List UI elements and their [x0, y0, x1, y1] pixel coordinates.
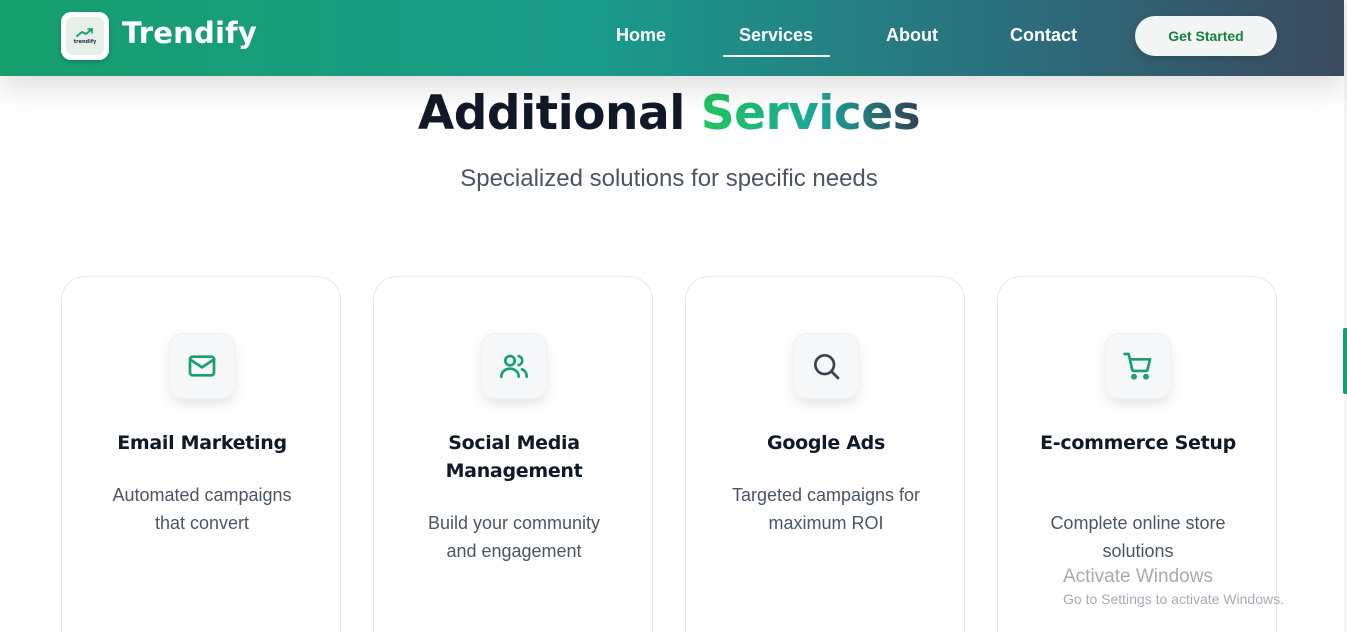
search-icon: [814, 354, 840, 380]
side-tab-handle[interactable]: [1343, 328, 1347, 394]
logo-mini-text: trendify: [73, 38, 97, 45]
section-title-accent: Services: [700, 86, 921, 141]
card-title: Google Ads: [767, 432, 885, 454]
card-description: Automated campaigns that convert: [112, 485, 292, 533]
card-description: Complete online store solutions: [1050, 513, 1226, 561]
page: trendify Trendify Home Services About Co…: [0, 0, 1347, 632]
section-subtitle: Specialized solutions for specific needs: [460, 165, 878, 192]
service-card-social-media-management[interactable]: Social Media Management Build your commu…: [373, 276, 653, 632]
trend-chart-icon: [76, 27, 93, 37]
active-nav-indicator: [723, 55, 830, 57]
card-description: Build your community and engagement: [427, 513, 601, 561]
nav-link-about[interactable]: About: [886, 25, 938, 46]
card-title: Social Media Management: [445, 432, 583, 482]
card-title: E-commerce Setup: [1040, 432, 1236, 454]
nav-link-home[interactable]: Home: [616, 25, 666, 46]
mail-icon: [188, 355, 216, 377]
activate-windows-title: Activate Windows: [1063, 566, 1213, 587]
section-title: Additional Services: [0, 86, 1338, 141]
shopping-cart-icon: [1123, 352, 1152, 380]
logo-badge: trendify: [66, 17, 104, 55]
logo[interactable]: trendify: [61, 12, 109, 60]
nav-link-contact[interactable]: Contact: [1010, 25, 1077, 46]
card-title: Email Marketing: [117, 432, 287, 454]
service-card-google-ads[interactable]: Google Ads Targeted campaigns for maximu…: [685, 276, 965, 632]
users-icon: [500, 354, 528, 378]
brand-name[interactable]: Trendify: [122, 16, 257, 50]
nav-link-services[interactable]: Services: [739, 25, 813, 46]
card-icon-box: [793, 333, 859, 399]
service-card-email-marketing[interactable]: Email Marketing Automated campaigns that…: [61, 276, 341, 632]
activate-windows-subtitle: Go to Settings to activate Windows.: [1063, 591, 1284, 607]
card-icon-box: [481, 333, 547, 399]
card-description: Targeted campaigns for maximum ROI: [731, 485, 921, 533]
card-icon-box: [1105, 333, 1171, 399]
navbar: trendify Trendify Home Services About Co…: [0, 0, 1344, 76]
section-title-main: Additional: [417, 86, 685, 141]
get-started-button[interactable]: Get Started: [1135, 16, 1277, 56]
card-icon-box: [169, 333, 235, 399]
